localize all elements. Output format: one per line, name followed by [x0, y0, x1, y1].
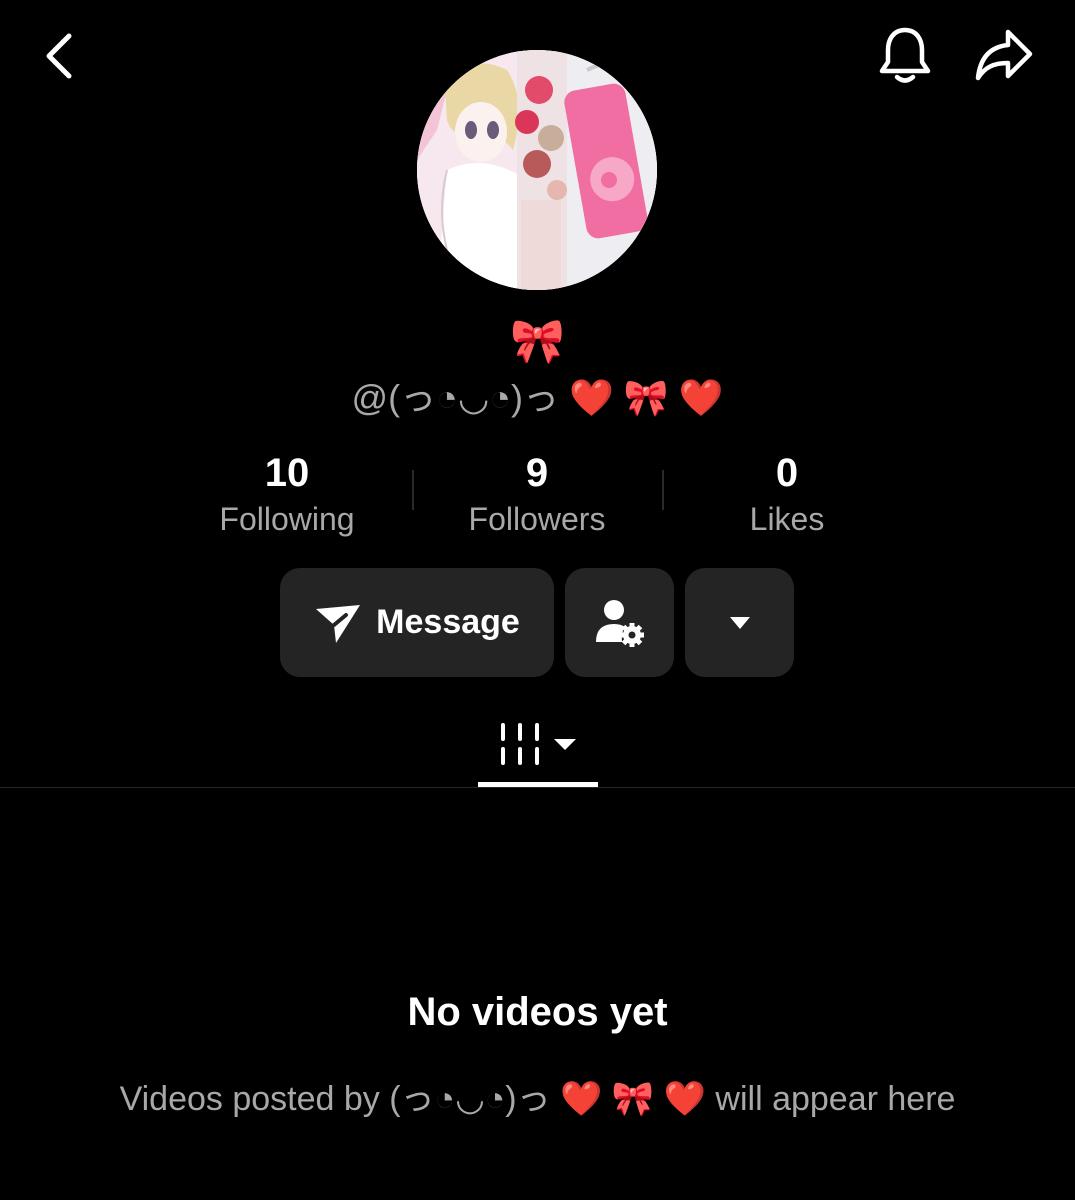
back-button[interactable] [30, 26, 86, 86]
following-stat[interactable]: 10 Following [162, 448, 412, 540]
likes-label: Likes [749, 501, 825, 537]
empty-state-title: No videos yet [407, 990, 668, 1034]
message-button[interactable]: Message [280, 568, 554, 677]
message-button-label: Message [376, 603, 520, 641]
share-arrow-icon [975, 29, 1033, 81]
profile-username: @(っ◔◡◔)っ ❤️ 🎀 ❤️ [351, 377, 724, 418]
send-icon [316, 604, 361, 643]
chevron-left-icon [46, 33, 72, 79]
caret-down-icon [554, 739, 576, 750]
likes-stat[interactable]: 0 Likes [662, 448, 912, 540]
followers-count: 9 [525, 451, 549, 495]
notification-bell-button[interactable] [872, 22, 938, 88]
profile-nickname: 🎀 [510, 317, 565, 366]
avatar[interactable] [417, 50, 657, 290]
tab-divider [0, 787, 1075, 788]
following-count: 10 [264, 451, 310, 495]
friend-settings-button[interactable] [565, 568, 674, 677]
followers-stat[interactable]: 9 Followers [412, 448, 662, 540]
tab-videos[interactable] [478, 706, 598, 782]
following-label: Following [219, 501, 355, 537]
user-gear-icon [595, 599, 644, 647]
caret-down-icon [729, 616, 750, 629]
more-options-button[interactable] [685, 568, 794, 677]
grid-lines-icon [501, 723, 539, 765]
bell-icon [879, 27, 931, 83]
share-button[interactable] [970, 22, 1038, 88]
avatar-image [417, 50, 657, 290]
followers-label: Followers [468, 501, 606, 537]
likes-count: 0 [775, 451, 799, 495]
empty-state-subtitle: Videos posted by (っ◔◡◔)っ ❤️ 🎀 ❤️ will ap… [119, 1080, 956, 1118]
